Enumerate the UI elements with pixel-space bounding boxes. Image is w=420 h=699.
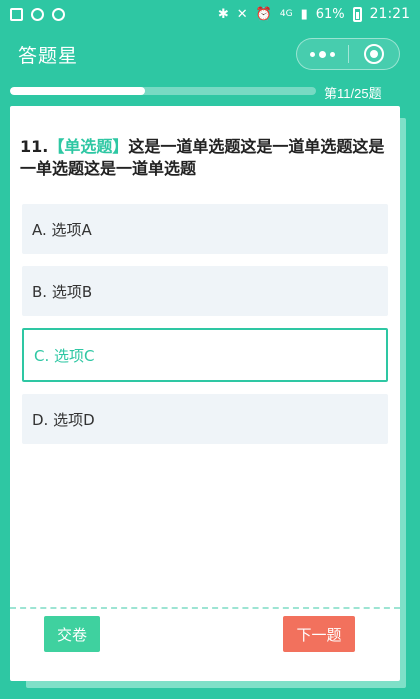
status-bar: ✱ ✕ ⏰ 4G ▮ 61% 21:21 [0,0,420,28]
app-title: 答题星 [18,44,79,67]
question-card: 11.【单选题】这是一道单选题这是一道单选题这是一单选题这是一道单选题 A. 选… [10,106,400,681]
option-d[interactable]: D. 选项D [22,394,388,444]
progress-fill [10,87,145,95]
battery-icon [352,6,362,22]
option-a[interactable]: A. 选项A [22,204,388,254]
battery-percent: 61% [315,6,345,22]
status-left-icons [10,7,65,21]
image-icon [10,7,23,21]
progress-label: 第11/25题 [324,86,382,101]
submit-button[interactable]: 交卷 [44,616,100,652]
more-dots-icon [309,50,335,58]
question-number: 11. [20,137,49,156]
progress-bar [10,87,316,95]
status-right-icons: ✱ ✕ ⏰ 4G ▮ 61% 21:21 [218,6,410,22]
bluetooth-icon: ✱ [217,6,229,22]
option-label: D. 选项D [32,410,95,429]
target-icon [363,44,384,64]
question-type: 【单选题】 [48,137,129,156]
signal-icon: ▮ [300,6,308,22]
close-miniprogram-button[interactable] [349,39,400,69]
option-label: A. 选项A [32,220,92,239]
footer-divider [10,607,400,609]
more-button[interactable] [297,39,348,69]
option-c[interactable]: C. 选项C [22,328,388,382]
option-b[interactable]: B. 选项B [22,266,388,316]
question-text-block: 11.【单选题】这是一道单选题这是一道单选题这是一单选题这是一道单选题 [20,136,390,180]
network-label: 4G [279,9,293,19]
circle-icon [52,7,65,21]
next-question-button[interactable]: 下一题 [283,616,355,652]
nav-bar: 答题星 [0,28,420,80]
sync-icon [31,7,44,21]
alarm-icon: ⏰ [255,6,272,22]
option-label: C. 选项C [34,346,95,365]
mute-icon: ✕ [236,6,248,22]
option-label: B. 选项B [32,282,93,301]
clock: 21:21 [369,6,410,22]
miniprogram-capsule [296,38,400,70]
